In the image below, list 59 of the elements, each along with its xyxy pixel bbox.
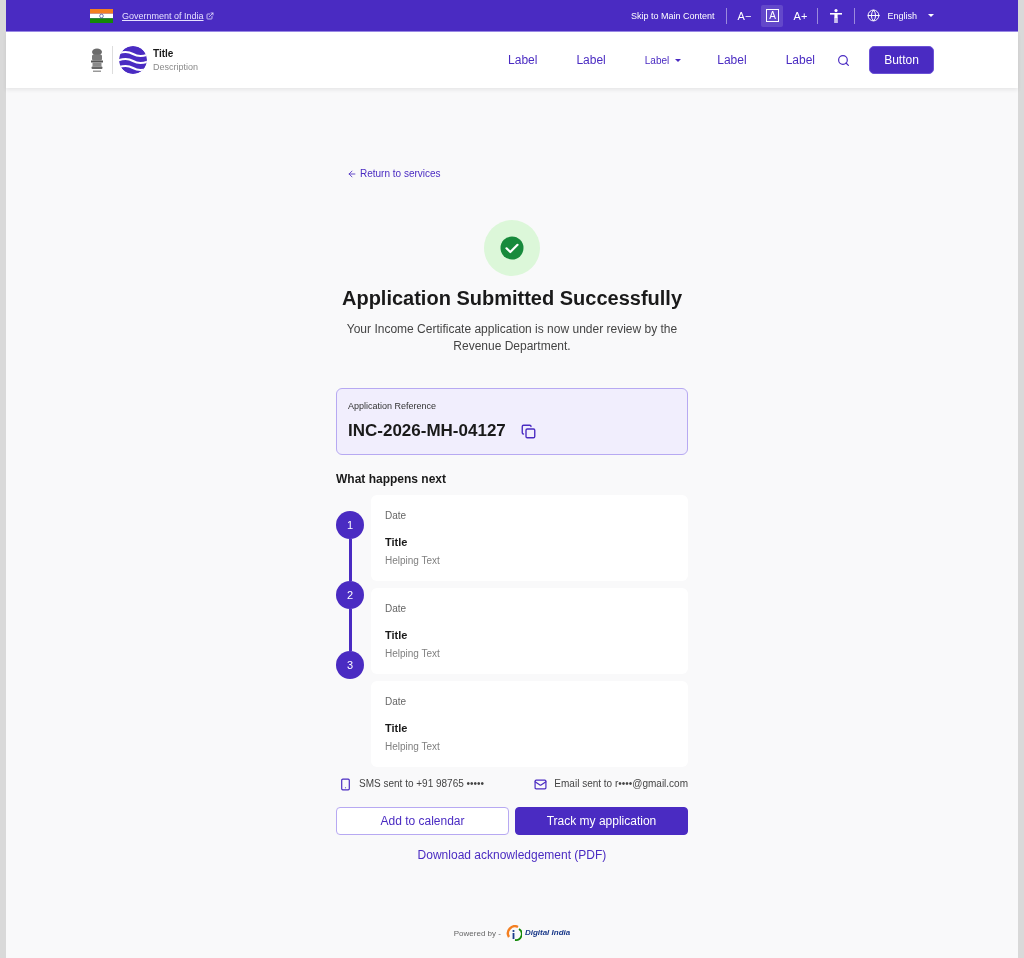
reference-number: INC-2026-MH-04127 — [348, 420, 506, 442]
step-number: 1 — [336, 511, 364, 539]
step-helper-text: Helping Text — [385, 647, 441, 661]
site-title: Title — [153, 48, 175, 59]
step-number: 3 — [336, 651, 364, 679]
notification-text: SMS sent to +91 98765 ••••• — [359, 777, 485, 791]
text-size-button[interactable]: A — [761, 4, 784, 27]
flag-icon — [90, 8, 113, 23]
site-description: Description — [153, 62, 199, 72]
steps-heading: What happens next — [336, 471, 447, 487]
nav-link[interactable]: Label — [717, 53, 747, 67]
step-date: Date — [385, 695, 408, 709]
step-helper-text: Helping Text — [385, 554, 441, 568]
success-message: Your Income Certificate application is now under review by the Revenue Department. — [345, 321, 679, 355]
phone-icon — [339, 777, 352, 791]
globe-icon — [867, 9, 881, 22]
search-button[interactable] — [837, 53, 850, 67]
step-date: Date — [385, 509, 408, 523]
nav-dropdown[interactable]: Label — [644, 54, 682, 66]
text-size-button[interactable]: A+ — [789, 4, 812, 27]
search-icon — [837, 53, 850, 67]
step-helper-text: Helping Text — [385, 740, 441, 754]
logo-text: Digital India — [524, 928, 571, 938]
caret-icon — [928, 14, 934, 17]
copy-icon — [520, 423, 536, 439]
reference-label: Application Reference — [348, 400, 438, 412]
header-button[interactable]: Button — [869, 46, 934, 74]
skip-link[interactable]: Skip to Main Content — [630, 10, 715, 21]
swirl-logo-icon — [505, 925, 522, 941]
nav-link[interactable]: Label — [508, 53, 538, 67]
nav-link[interactable]: Label — [785, 53, 815, 67]
step-title: Title — [385, 721, 409, 736]
step-connector — [348, 539, 352, 581]
step-connector — [348, 609, 352, 651]
caret-icon — [675, 58, 682, 62]
download-link[interactable]: Download acknowledgement (PDF) — [417, 848, 607, 862]
mail-icon — [534, 777, 548, 791]
step-date: Date — [385, 602, 408, 616]
copy-button[interactable] — [520, 423, 536, 439]
language-selector[interactable]: English — [867, 9, 934, 22]
accessibility-icon — [830, 8, 843, 23]
step-title: Title — [385, 535, 409, 550]
success-heading: Application Submitted Successfully — [341, 286, 683, 311]
back-link[interactable]: Return to services — [347, 167, 441, 181]
calendar-button[interactable]: Add to calendar — [336, 807, 509, 835]
text-size-button[interactable]: A− — [733, 4, 756, 27]
step-number: 2 — [336, 581, 364, 609]
powered-by-text: Powered by - — [453, 928, 501, 938]
accessibility-button[interactable] — [830, 8, 843, 23]
emblem-icon — [90, 47, 104, 73]
notification-text: Email sent to r••••@gmail.com — [554, 777, 688, 791]
nav-link[interactable]: Label — [576, 53, 606, 67]
wave-logo-icon — [119, 46, 147, 74]
government-link[interactable]: Government of India — [122, 10, 204, 21]
track-button[interactable]: Track my application — [515, 807, 688, 835]
step-title: Title — [385, 628, 409, 643]
external-link-icon — [205, 11, 214, 20]
check-circle-icon — [484, 220, 540, 276]
arrow-left-icon — [347, 169, 357, 179]
